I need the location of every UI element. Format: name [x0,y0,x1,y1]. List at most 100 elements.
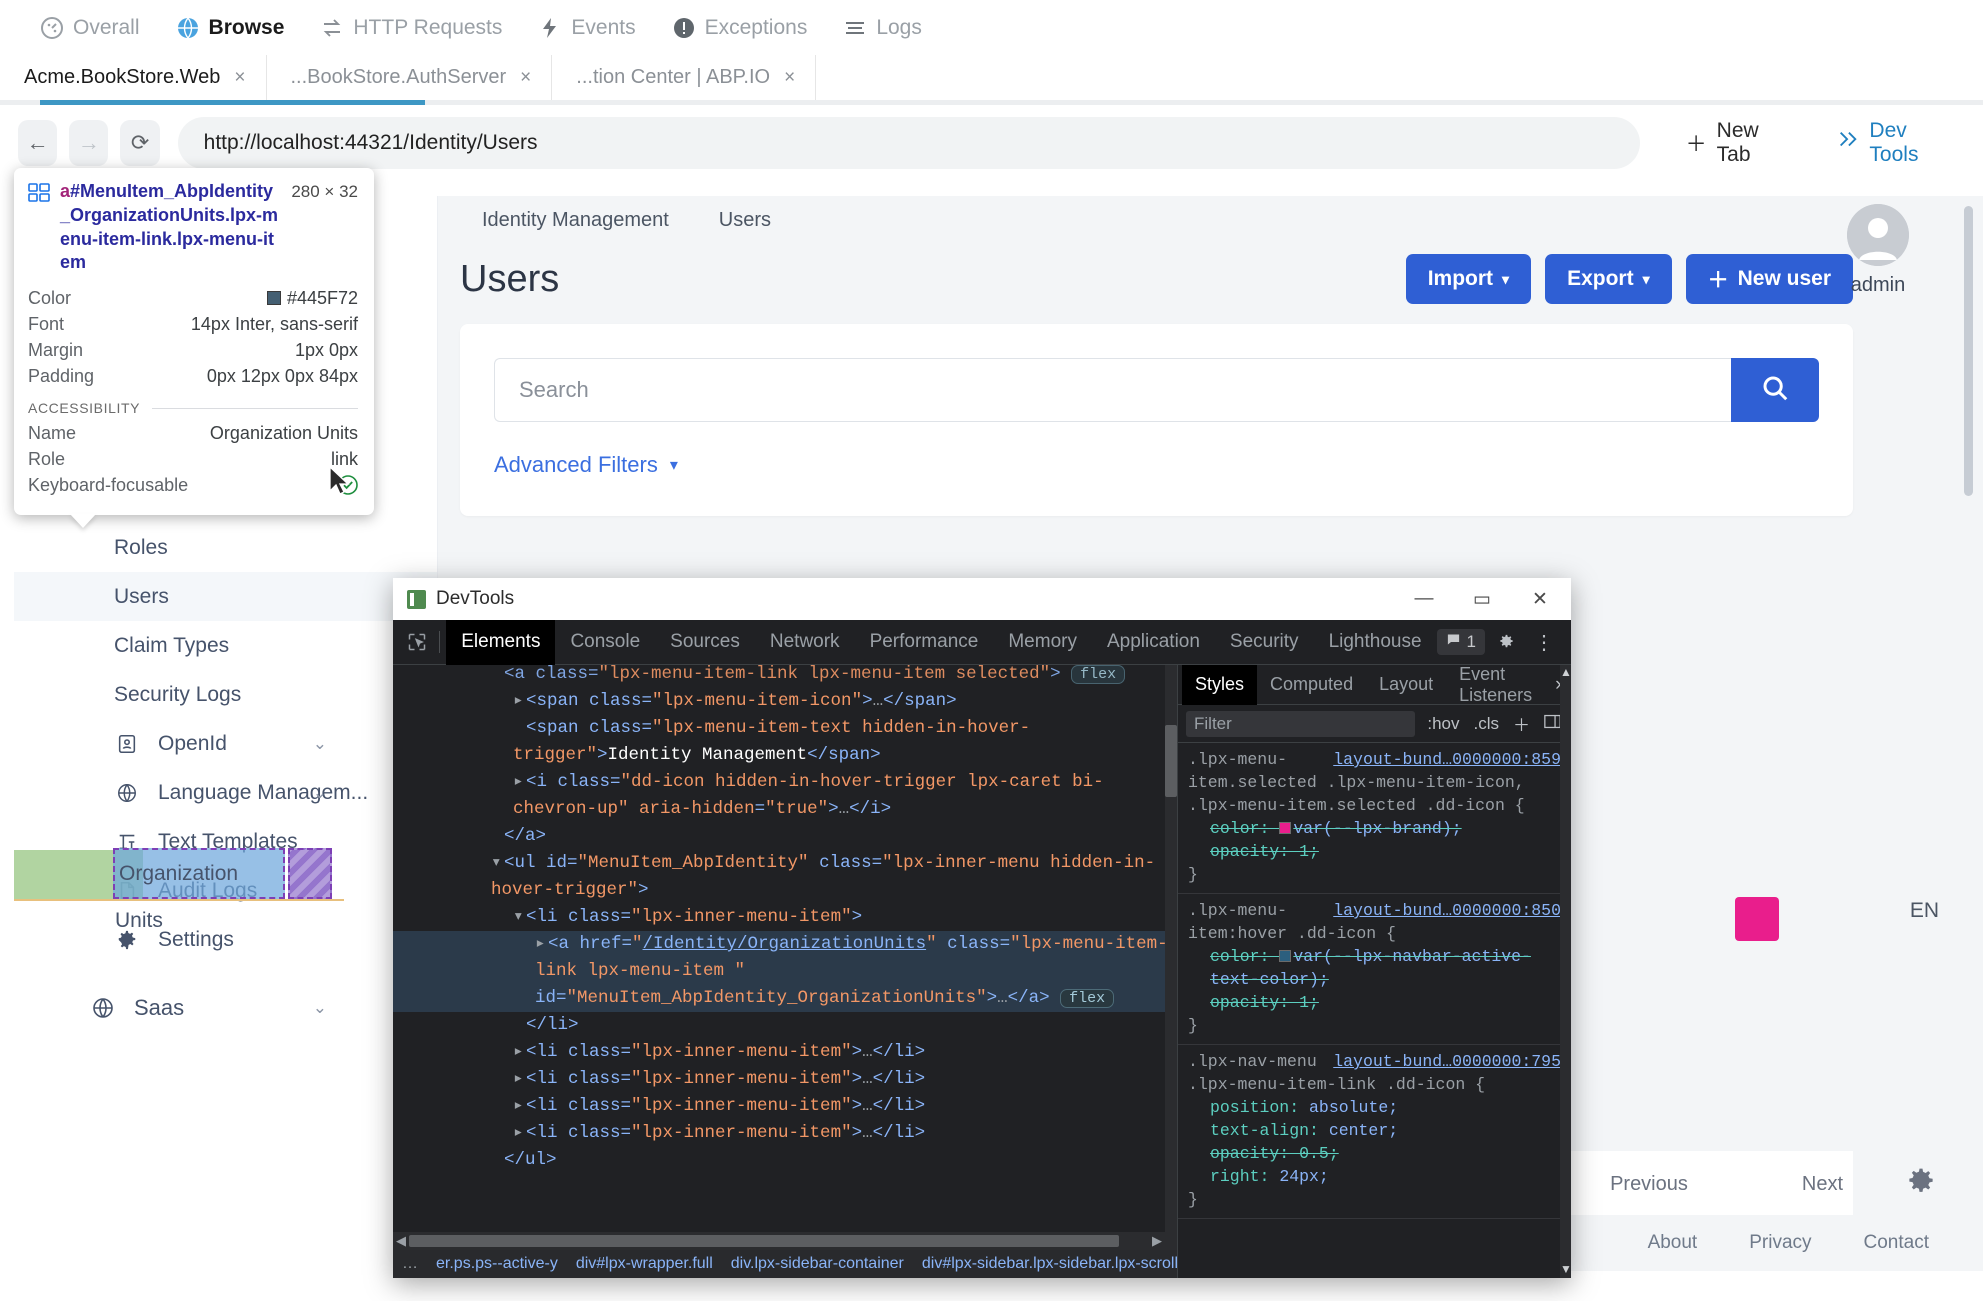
devtools-tab-security[interactable]: Security [1215,620,1314,665]
import-button[interactable]: Import ▾ [1406,254,1531,304]
topnav-item-http-requests[interactable]: HTTP Requests [302,0,520,55]
devtools-tab-network[interactable]: Network [755,620,855,665]
sidebar-item-openid[interactable]: OpenId ⌄ [14,719,437,768]
topnav-item-logs[interactable]: Logs [825,0,940,55]
search-input[interactable]: Search [494,358,1731,422]
close-icon[interactable]: × [784,67,795,89]
topnav-item-browse[interactable]: Browse [158,0,303,55]
devtools-titlebar[interactable]: DevTools — ▭ ✕ [393,578,1571,620]
devtools-tab-lighthouse[interactable]: Lighthouse [1314,620,1437,665]
scrollbar-thumb[interactable] [1165,725,1177,797]
dom-tree-hscrollbar[interactable]: ◀ ▶ [393,1232,1165,1250]
style-declaration[interactable]: opacity: 1; [1188,840,1561,863]
maximize-icon[interactable]: ▭ [1453,578,1511,620]
devtools-tab-performance[interactable]: Performance [855,620,994,665]
style-declaration[interactable]: opacity: 0.5; [1188,1142,1561,1165]
export-button[interactable]: Export ▾ [1545,254,1672,304]
dom-breadcrumb-item[interactable]: div#lpx-wrapper.full [567,1255,722,1273]
dom-line[interactable]: <span class="lpx-menu-item-text hidden-i… [393,715,1177,769]
dom-line[interactable]: ▸<span class="lpx-menu-item-icon">…</spa… [393,688,1177,715]
topnav-item-exceptions[interactable]: Exceptions [654,0,826,55]
dom-line-selected[interactable]: ▸<a href="/Identity/OrganizationUnits" c… [393,931,1177,1012]
style-declaration[interactable]: text-align: center; [1188,1119,1561,1142]
dom-line[interactable]: ▸<li class="lpx-inner-menu-item">…</li> [393,1093,1177,1120]
user-menu[interactable]: admin [1823,204,1933,297]
advanced-filters-toggle[interactable]: Advanced Filters ▾ [494,452,1819,478]
cls-toggle[interactable]: .cls [1472,714,1502,734]
minimize-icon[interactable]: — [1395,578,1453,620]
footer-link-privacy[interactable]: Privacy [1749,1232,1811,1254]
message-count-badge[interactable]: 1 [1437,629,1485,655]
dom-line[interactable]: ▸<li class="lpx-inner-menu-item">…</li> [393,1039,1177,1066]
breadcrumb-item-identity-management[interactable]: Identity Management [460,209,697,232]
footer-link-contact[interactable]: Contact [1864,1232,1929,1254]
close-icon[interactable]: × [234,67,245,89]
style-rule-source[interactable]: layout-bund…0000000:795 [1333,1050,1561,1073]
topnav-item-events[interactable]: Events [520,0,653,55]
browser-tab-0[interactable]: Acme.BookStore.Web × [0,55,267,100]
dom-line[interactable]: ▸<li class="lpx-inner-menu-item">…</li> [393,1120,1177,1147]
reload-button[interactable]: ⟳ [120,120,159,166]
style-rule-source[interactable]: layout-bund…0000000:859 [1333,748,1561,771]
color-swatch[interactable] [1279,950,1291,962]
dom-line[interactable]: </a> [393,823,1177,850]
settings-fab-icon[interactable] [1903,1165,1939,1201]
devtools-tab-elements[interactable]: Elements [446,620,555,665]
browser-tab-2[interactable]: ...tion Center | ABP.IO × [552,55,816,100]
chevron-down-icon[interactable]: ⌄ [313,998,327,1018]
pagination-current-page[interactable] [1735,897,1779,941]
dom-breadcrumb-item[interactable]: er.ps.ps--active-y [427,1255,567,1273]
sidebar-item-saas[interactable]: Saas ⌄ [14,980,437,1036]
style-rule-source[interactable]: layout-bund…0000000:850 [1333,899,1561,922]
scroll-right-icon[interactable]: ▶ [1149,1233,1165,1249]
dom-line[interactable]: ▾<ul id="MenuItem_AbpIdentity" class="lp… [393,850,1177,904]
dom-line[interactable]: </li> [393,1012,1177,1039]
style-rule[interactable]: layout-bund…0000000:859.lpx-menu-item.se… [1178,743,1571,894]
styles-filter-input[interactable]: Filter [1186,711,1415,737]
dom-tree[interactable]: <a class="lpx-menu-item-link lpx-menu-it… [393,665,1177,1174]
browser-tab-1[interactable]: ...BookStore.AuthServer × [267,55,553,100]
color-swatch[interactable] [1279,822,1291,834]
sidebar-item-security-logs[interactable]: Security Logs [14,670,437,719]
devtools-tab-console[interactable]: Console [555,620,655,665]
dom-breadcrumb-item[interactable]: div.lpx-sidebar-container [722,1255,913,1273]
styles-tab-styles[interactable]: Styles [1182,665,1257,705]
footer-link-about[interactable]: About [1648,1232,1698,1254]
style-declaration[interactable]: right: 24px; [1188,1165,1561,1188]
dom-line[interactable]: ▾<li class="lpx-inner-menu-item"> [393,904,1177,931]
close-icon[interactable]: ✕ [1511,578,1569,620]
devtools-tab-application[interactable]: Application [1092,620,1215,665]
kebab-icon[interactable]: ⋮ [1527,625,1561,659]
style-declaration[interactable]: position: absolute; [1188,1096,1561,1119]
breadcrumb-item-users[interactable]: Users [697,209,799,232]
dom-tree-scrollbar[interactable] [1165,665,1177,1278]
scroll-left-icon[interactable]: ◀ [393,1233,409,1249]
url-input[interactable]: http://localhost:44321/Identity/Users [178,117,1640,169]
chevron-down-icon[interactable]: ⌄ [313,783,327,803]
scroll-down-icon[interactable]: ▼ [1560,1262,1571,1276]
close-icon[interactable]: × [520,67,531,89]
pagination-next[interactable]: Next [1716,1173,1853,1196]
chevron-down-icon[interactable]: ⌄ [313,734,327,754]
back-button[interactable]: ← [18,120,57,166]
dom-breadcrumb-item[interactable]: … [393,1255,427,1273]
search-button[interactable] [1731,358,1819,422]
dom-line[interactable]: <a class="lpx-menu-item-link lpx-menu-it… [393,665,1177,688]
sidebar-item-roles[interactable]: Roles [14,523,437,572]
sidebar-item-claim-types[interactable]: Claim Types [14,621,437,670]
scroll-up-icon[interactable]: ▲ [1560,665,1571,679]
style-rule[interactable]: layout-bund…0000000:850.lpx-menu-item:ho… [1178,894,1571,1045]
gear-icon[interactable] [1489,625,1523,659]
scrollbar-thumb[interactable] [409,1235,1119,1247]
style-declaration[interactable]: color: var(--lpx-navbar-active-text-colo… [1188,945,1561,991]
devtools-tab-sources[interactable]: Sources [655,620,755,665]
dom-line[interactable]: ▸<li class="lpx-inner-menu-item">…</li> [393,1066,1177,1093]
plus-icon[interactable]: ＋ [1511,711,1532,736]
style-declaration[interactable]: color: var(--lpx-brand); [1188,817,1561,840]
sidebar-item-settings[interactable]: Settings [14,915,437,964]
style-rule[interactable]: layout-bund…0000000:795.lpx-nav-menu .lp… [1178,1045,1571,1219]
styles-tab-event-listeners[interactable]: Event Listeners [1446,665,1545,705]
styles-tab-computed[interactable]: Computed [1257,665,1366,705]
new-tab-button[interactable]: ＋ New Tab [1664,119,1804,167]
styles-tab-layout[interactable]: Layout [1366,665,1446,705]
